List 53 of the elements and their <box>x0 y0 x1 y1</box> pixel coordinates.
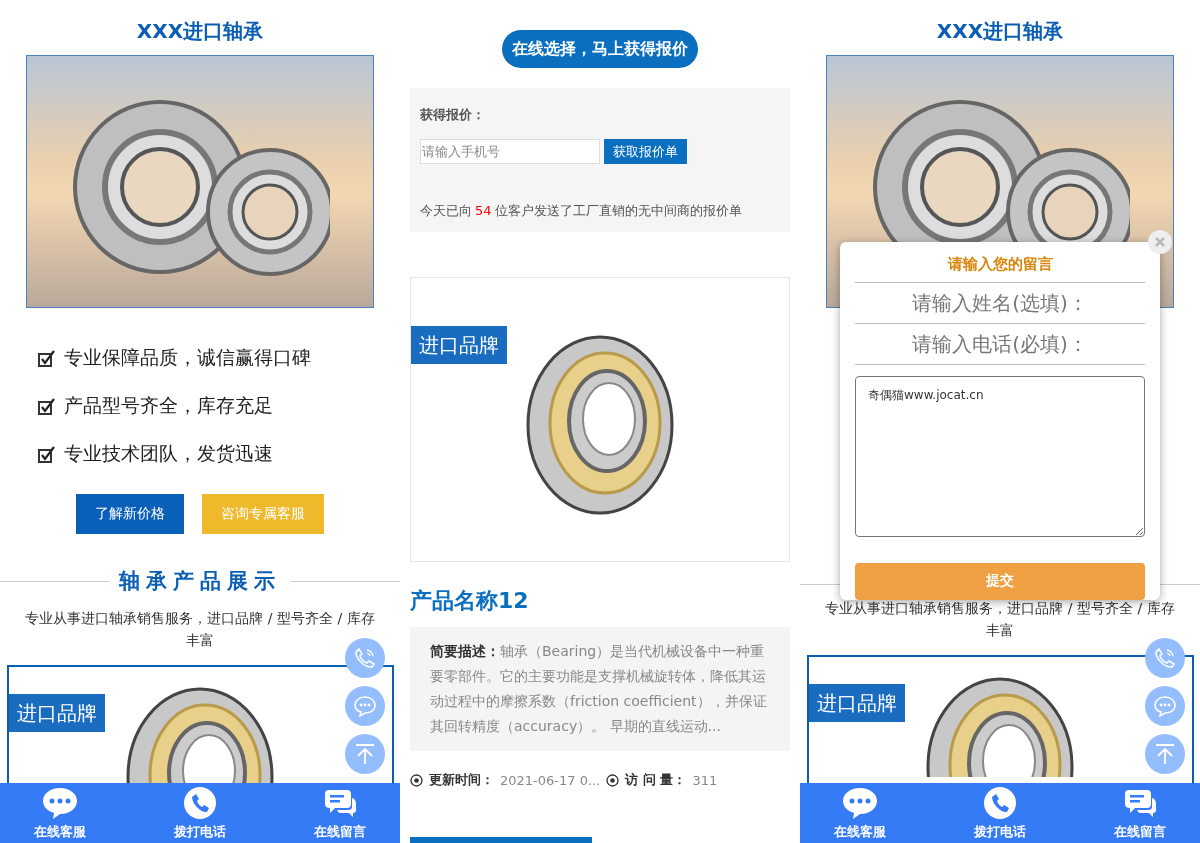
feature-text: 产品型号齐全，库存充足 <box>64 394 273 417</box>
radio-dot-icon <box>410 773 423 787</box>
back-to-top-button[interactable] <box>345 734 385 774</box>
nav-item[interactable]: 拨打电话 <box>960 783 1040 843</box>
product-badge: 进口品牌 <box>411 326 507 364</box>
section-subtitle: 专业从事进口轴承销售服务，进口品牌 / 型号齐全 / 库存丰富 <box>824 599 1176 640</box>
phone-input-field[interactable]: 请输入手机号 <box>420 139 600 164</box>
nav-item[interactable]: 在线客服 <box>820 783 900 843</box>
section-subtitle: 专业从事进口轴承销售服务，进口品牌 / 型号齐全 / 库存丰富 <box>24 609 376 650</box>
arrow-up-icon <box>354 743 376 765</box>
action-button[interactable]: 了解新价格 <box>76 494 184 534</box>
meta-label: 更新时间： <box>429 771 494 789</box>
meta-label: 访 问 量： <box>625 771 687 789</box>
phone-icon <box>1153 646 1177 670</box>
back-to-top-button[interactable] <box>1145 734 1185 774</box>
product-badge: 进口品牌 <box>8 694 105 732</box>
section-heading: 轴承产品展示 <box>119 568 281 595</box>
feature-text: 专业技术团队，发货迅速 <box>64 442 273 465</box>
nav-item[interactable]: 拨打电话 <box>160 783 240 843</box>
phone-icon <box>353 646 377 670</box>
phone-icon <box>183 786 217 820</box>
submit-button[interactable]: 提交 <box>855 562 1145 600</box>
message-input-field[interactable]: 奇偶猫www.jocat.cn <box>855 376 1145 537</box>
get-quote-button[interactable]: 获取报价单 <box>604 139 687 164</box>
chat-bubble-icon <box>353 695 377 717</box>
nav-item[interactable]: 在线留言 <box>1100 783 1180 843</box>
quote-banner: 在线选择，马上获得报价 <box>502 30 698 68</box>
site-title: XXX进口轴承 <box>136 18 264 44</box>
chat-bubble-icon <box>841 786 879 820</box>
checkbox-tick-icon <box>38 444 56 463</box>
meta-value: 2021-06-17 0... <box>500 772 601 788</box>
site-title: XXX进口轴承 <box>936 18 1064 44</box>
nav-item[interactable]: 在线客服 <box>20 783 100 843</box>
product-badge: 进口品牌 <box>808 684 905 722</box>
nav-item[interactable]: 在线留言 <box>300 783 380 843</box>
meta-value: 311 <box>692 772 718 788</box>
quote-label: 获得报价： <box>420 106 486 124</box>
quote-stat-text: 今天已向 54 位客户发送了工厂直销的无中间商的报价单 <box>420 202 743 220</box>
chat-button[interactable] <box>345 686 385 726</box>
phone-call-button[interactable] <box>1145 638 1185 678</box>
close-icon <box>1155 237 1165 247</box>
checkbox-tick-icon <box>38 348 56 367</box>
chat-bubble-icon <box>41 786 79 820</box>
chat-bubble-icon <box>1153 695 1177 717</box>
product-description: 简要描述：轴承（Bearing）是当代机械设备中一种重要零部件。它的主要功能是支撑机械旋转体，降低其运动过程中的摩擦系数（friction coefficient），并保证其回转精度（accuracy）。 早期的直线运动... <box>410 627 790 751</box>
feature-text: 专业保障品质，诚信赢得口碑 <box>64 346 311 369</box>
product-title: 产品名称12 <box>410 588 530 614</box>
arrow-up-icon <box>1154 743 1176 765</box>
radio-dot-icon <box>606 773 620 787</box>
chat-button[interactable] <box>1145 686 1185 726</box>
checkbox-tick-icon <box>38 396 56 415</box>
phone-call-button[interactable] <box>345 638 385 678</box>
phone-icon <box>983 786 1017 820</box>
